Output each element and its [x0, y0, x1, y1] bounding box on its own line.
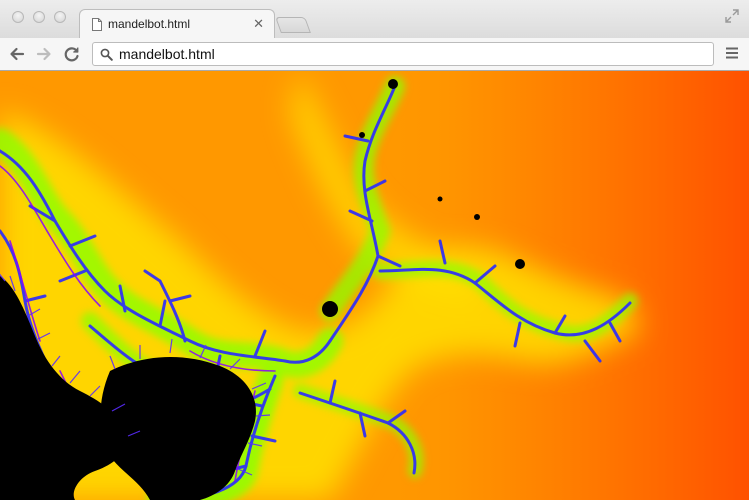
fullscreen-icon[interactable]: [724, 8, 740, 24]
title-bar: mandelbot.html ✕: [0, 0, 749, 39]
address-bar[interactable]: mandelbot.html: [92, 42, 714, 66]
maximize-window-button[interactable]: [54, 11, 66, 23]
forward-arrow-icon[interactable]: [34, 44, 54, 64]
toolbar: mandelbot.html: [0, 38, 749, 71]
back-arrow-icon[interactable]: [7, 44, 27, 64]
new-tab-button[interactable]: [275, 17, 311, 33]
page-viewport[interactable]: [0, 71, 749, 500]
page-icon: [92, 18, 102, 31]
close-window-button[interactable]: [12, 11, 24, 23]
tab-title: mandelbot.html: [108, 17, 191, 31]
reload-icon[interactable]: [62, 44, 82, 64]
url-text: mandelbot.html: [119, 46, 215, 62]
fractal-render: [0, 71, 749, 500]
close-tab-icon[interactable]: ✕: [253, 16, 264, 32]
minimize-window-button[interactable]: [33, 11, 45, 23]
tab-active[interactable]: mandelbot.html ✕: [79, 9, 275, 39]
hamburger-menu-icon[interactable]: [725, 46, 739, 60]
search-icon: [100, 48, 113, 61]
